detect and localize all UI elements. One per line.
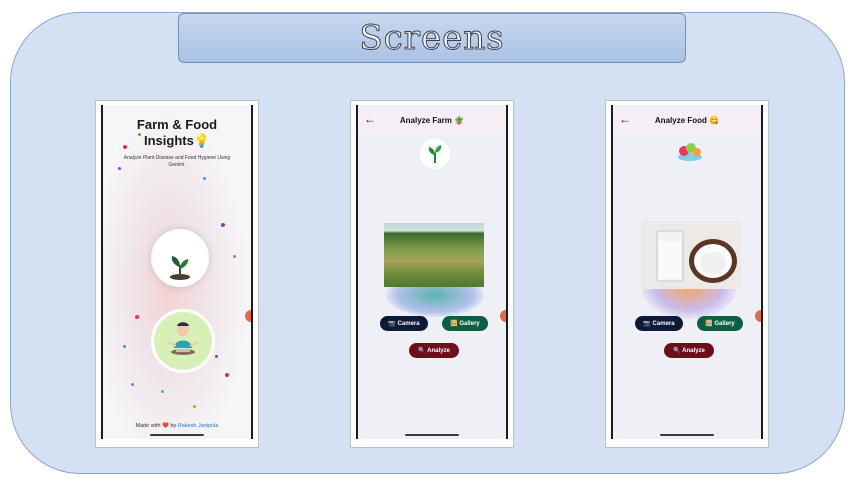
home-indicator bbox=[150, 434, 204, 436]
selected-farm-image bbox=[384, 223, 484, 287]
particle bbox=[123, 345, 126, 348]
particle bbox=[138, 133, 141, 136]
app-subtitle: Analyze Plant Disease and Food Hygiene U… bbox=[123, 155, 231, 168]
particle bbox=[131, 383, 134, 386]
gallery-button[interactable]: 🖼️ Gallery bbox=[442, 316, 488, 331]
author-link[interactable]: Rakesh Janipula bbox=[178, 423, 219, 429]
back-arrow-icon[interactable]: ← bbox=[364, 112, 376, 126]
meditating-person-icon bbox=[167, 322, 199, 355]
analyze-button[interactable]: 🔍 Analyze bbox=[409, 343, 459, 358]
particle bbox=[233, 255, 236, 258]
back-arrow-icon[interactable]: ← bbox=[619, 112, 631, 126]
leaf-logo bbox=[420, 139, 450, 169]
analyze-food-screen: ← Analyze Food 😋 📷 Camera 🖼️ Gallery 🔍 A… bbox=[611, 105, 763, 439]
screen-title: Analyze Farm 🪴 bbox=[399, 115, 465, 125]
page-title-banner: Screens bbox=[178, 13, 686, 63]
plant-scan-button[interactable] bbox=[151, 229, 209, 287]
selected-food-image bbox=[641, 221, 741, 289]
screen-title: Analyze Food 😋 bbox=[654, 115, 720, 125]
footer-by: by bbox=[170, 423, 177, 429]
home-indicator bbox=[405, 434, 459, 436]
side-handle[interactable] bbox=[500, 310, 506, 322]
food-logo bbox=[675, 139, 705, 163]
particle bbox=[221, 223, 225, 227]
leaf-icon bbox=[428, 145, 442, 163]
analyze-button[interactable]: 🔍 Analyze bbox=[664, 343, 714, 358]
camera-button[interactable]: 📷 Camera bbox=[380, 316, 428, 331]
particle bbox=[225, 373, 229, 377]
particle bbox=[135, 315, 139, 319]
food-icon bbox=[678, 143, 702, 161]
app-title-line2: Insights bbox=[143, 133, 194, 148]
phone-farm-screen: ← Analyze Farm 🪴 📷 Camera 🖼️ Gallery 🔍 A… bbox=[350, 100, 514, 448]
heart-icon: ❤️ bbox=[162, 423, 169, 429]
home-screen: Farm & Food Insights💡 Analyze Plant Dise… bbox=[101, 105, 253, 439]
analyze-farm-screen: ← Analyze Farm 🪴 📷 Camera 🖼️ Gallery 🔍 A… bbox=[356, 105, 508, 439]
home-indicator bbox=[660, 434, 714, 436]
phone-home-screen: Farm & Food Insights💡 Analyze Plant Dise… bbox=[95, 100, 259, 448]
particle bbox=[161, 390, 164, 393]
food-scan-button[interactable] bbox=[151, 309, 215, 373]
particle bbox=[123, 145, 127, 149]
particle bbox=[193, 405, 196, 408]
particle bbox=[118, 167, 121, 170]
footer-prefix: Made with bbox=[135, 423, 161, 429]
page-title: Screens bbox=[359, 18, 505, 59]
side-handle[interactable] bbox=[245, 310, 251, 322]
particle bbox=[215, 355, 218, 358]
app-bar: ← Analyze Farm 🪴 bbox=[358, 105, 506, 135]
sprout-icon bbox=[170, 256, 190, 280]
app-bar: ← Analyze Food 😋 bbox=[613, 105, 761, 135]
coconut-water-image bbox=[656, 230, 737, 283]
camera-button[interactable]: 📷 Camera bbox=[635, 316, 683, 331]
side-handle[interactable] bbox=[755, 310, 761, 322]
app-title-line1: Farm & Food bbox=[136, 117, 218, 132]
footer-credit: Made with ❤️ by Rakesh Janipula bbox=[103, 423, 251, 429]
phone-food-screen: ← Analyze Food 😋 📷 Camera 🖼️ Gallery 🔍 A… bbox=[605, 100, 769, 448]
particle bbox=[203, 177, 206, 180]
bulb-icon: 💡 bbox=[193, 133, 211, 148]
gallery-button[interactable]: 🖼️ Gallery bbox=[697, 316, 743, 331]
